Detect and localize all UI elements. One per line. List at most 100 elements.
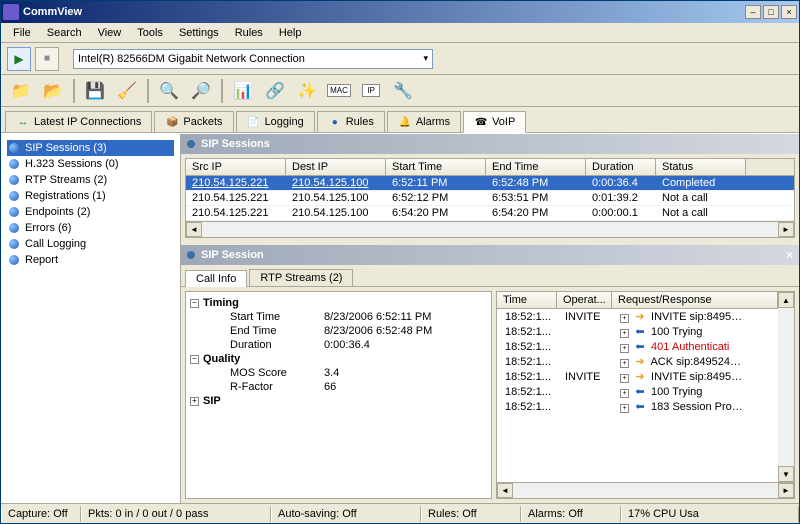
table-row[interactable]: 210.54.125.221210.54.125.1006:54:20 PM6:… <box>186 206 794 221</box>
scroll-down-icon[interactable]: ▼ <box>778 466 794 482</box>
scroll-right-icon[interactable]: ► <box>778 483 794 498</box>
sidebar-item-report[interactable]: Report <box>7 252 174 268</box>
main-tab-bar: ↔ Latest IP Connections 📦 Packets 📄 Logg… <box>1 107 799 133</box>
tab-packets[interactable]: 📦 Packets <box>154 111 233 132</box>
sub-tab-label: Call Info <box>196 273 236 285</box>
expand-icon[interactable]: + <box>620 359 629 368</box>
col-operation[interactable]: Operat... <box>557 292 612 308</box>
scroll-track[interactable] <box>513 483 778 498</box>
table-row[interactable]: 18:52:1...+⬅ 100 Trying <box>497 384 778 399</box>
tab-latest-ip[interactable]: ↔ Latest IP Connections <box>5 111 152 132</box>
ip-button[interactable]: IP <box>357 77 385 105</box>
save-icon[interactable]: 💾 <box>81 77 109 105</box>
tab-alarms[interactable]: 🔔 Alarms <box>387 111 461 132</box>
open-icon[interactable]: 📂 <box>39 77 67 105</box>
scroll-left-icon[interactable]: ◄ <box>497 483 513 498</box>
scroll-track[interactable] <box>778 308 794 466</box>
expand-icon[interactable]: + <box>620 404 629 413</box>
collapse-icon[interactable]: − <box>190 299 199 308</box>
sidebar-item-call-logging[interactable]: Call Logging <box>7 236 174 252</box>
table-cell: Completed <box>656 176 746 190</box>
stats-icon[interactable]: 📊 <box>229 77 257 105</box>
column-header[interactable]: End Time <box>486 159 586 175</box>
table-cell: 6:54:20 PM <box>486 206 586 220</box>
sidebar-item-endpoints[interactable]: Endpoints (2) <box>7 204 174 220</box>
col-time[interactable]: Time <box>497 292 557 308</box>
sub-tab-call-info[interactable]: Call Info <box>185 270 247 287</box>
menu-tools[interactable]: Tools <box>129 25 171 41</box>
adapter-select-value: Intel(R) 82566DM Gigabit Network Connect… <box>78 53 305 65</box>
column-header[interactable]: Start Time <box>386 159 486 175</box>
menu-file[interactable]: File <box>5 25 39 41</box>
sidebar-item-rtp[interactable]: RTP Streams (2) <box>7 172 174 188</box>
tree-node-sip[interactable]: + SIP <box>190 394 487 408</box>
tab-logging[interactable]: 📄 Logging <box>236 111 315 132</box>
column-header[interactable]: Dest IP <box>286 159 386 175</box>
table-row[interactable]: 18:52:1...INVITE+➜ INVITE sip:8495… <box>497 369 778 384</box>
tree-value: 8/23/2006 6:52:11 PM <box>324 311 431 323</box>
table-row[interactable]: 18:52:1...+➜ ACK sip:849524… <box>497 354 778 369</box>
stop-capture-button[interactable]: ■ <box>35 47 59 71</box>
zoom-icon[interactable]: 🔎 <box>187 77 215 105</box>
sessions-hscroll[interactable]: ◄ ► <box>186 221 794 237</box>
sidebar-item-h323[interactable]: H.323 Sessions (0) <box>7 156 174 172</box>
table-row[interactable]: 210.54.125.221210.54.125.1006:52:12 PM6:… <box>186 191 794 206</box>
rr-hscroll[interactable]: ◄ ► <box>497 482 794 498</box>
table-row[interactable]: 18:52:1...+⬅ 401 Authenticati <box>497 339 778 354</box>
menu-search[interactable]: Search <box>39 25 90 41</box>
session-panel-title: SIP Session <box>201 249 264 261</box>
status-alarms: Alarms: Off <box>521 506 621 522</box>
sidebar-item-registrations[interactable]: Registrations (1) <box>7 188 174 204</box>
sub-tab-rtp[interactable]: RTP Streams (2) <box>249 269 353 286</box>
find-icon[interactable]: 🔍 <box>155 77 183 105</box>
table-cell: 210.54.125.221 <box>186 176 286 190</box>
menu-view[interactable]: View <box>90 25 130 41</box>
expand-icon[interactable]: + <box>620 314 629 323</box>
collapse-icon[interactable]: − <box>190 355 199 364</box>
column-header[interactable]: Status <box>656 159 746 175</box>
sidebar-item-errors[interactable]: Errors (6) <box>7 220 174 236</box>
close-button[interactable]: × <box>781 5 797 19</box>
tree-label: Start Time <box>230 311 320 323</box>
scroll-up-icon[interactable]: ▲ <box>778 292 794 308</box>
table-row[interactable]: 18:52:1...+⬅ 100 Trying <box>497 324 778 339</box>
menu-rules[interactable]: Rules <box>227 25 271 41</box>
table-row[interactable]: 210.54.125.221210.54.125.1006:52:11 PM6:… <box>186 176 794 191</box>
folder-icon[interactable]: 📁 <box>7 77 35 105</box>
menu-help[interactable]: Help <box>271 25 310 41</box>
table-row[interactable]: 18:52:1...INVITE+➜ INVITE sip:8495… <box>497 309 778 324</box>
col-request-response[interactable]: Request/Response <box>612 292 778 308</box>
column-header[interactable]: Duration <box>586 159 656 175</box>
scroll-track[interactable] <box>202 222 778 237</box>
scroll-right-icon[interactable]: ► <box>778 222 794 237</box>
table-row[interactable]: 18:52:1...+⬅ 183 Session Pro… <box>497 399 778 414</box>
connections-icon[interactable]: ✨ <box>293 77 321 105</box>
minimize-button[interactable]: – <box>745 5 761 19</box>
tab-rules[interactable]: ● Rules <box>317 111 385 132</box>
expand-icon[interactable]: + <box>620 329 629 338</box>
session-sub-tabs: Call Info RTP Streams (2) <box>181 265 799 287</box>
maximize-button[interactable]: □ <box>763 5 779 19</box>
panel-close-icon[interactable]: × <box>786 248 793 262</box>
menu-settings[interactable]: Settings <box>171 25 227 41</box>
settings-icon[interactable]: 🔧 <box>389 77 417 105</box>
sidebar-item-sip-sessions[interactable]: SIP Sessions (3) <box>7 140 174 156</box>
tab-voip[interactable]: ☎ VoIP <box>463 111 526 133</box>
start-capture-button[interactable]: ▶ <box>7 47 31 71</box>
rr-vscroll[interactable]: ▲ ▼ <box>778 292 794 482</box>
mac-button[interactable]: MAC <box>325 77 353 105</box>
sessions-table-body: 210.54.125.221210.54.125.1006:52:11 PM6:… <box>186 176 794 221</box>
expand-icon[interactable]: + <box>190 397 199 406</box>
tree-label: R-Factor <box>230 381 320 393</box>
column-header[interactable]: Src IP <box>186 159 286 175</box>
nodes-icon[interactable]: 🔗 <box>261 77 289 105</box>
tree-node-timing[interactable]: − Timing <box>190 296 487 310</box>
adapter-select[interactable]: Intel(R) 82566DM Gigabit Network Connect… <box>73 49 433 69</box>
expand-icon[interactable]: + <box>620 389 629 398</box>
scroll-left-icon[interactable]: ◄ <box>186 222 202 237</box>
tree-node-quality[interactable]: − Quality <box>190 352 487 366</box>
clear-icon[interactable]: 🧹 <box>113 77 141 105</box>
rr-text: 100 Trying <box>648 386 702 398</box>
expand-icon[interactable]: + <box>620 344 629 353</box>
expand-icon[interactable]: + <box>620 374 629 383</box>
